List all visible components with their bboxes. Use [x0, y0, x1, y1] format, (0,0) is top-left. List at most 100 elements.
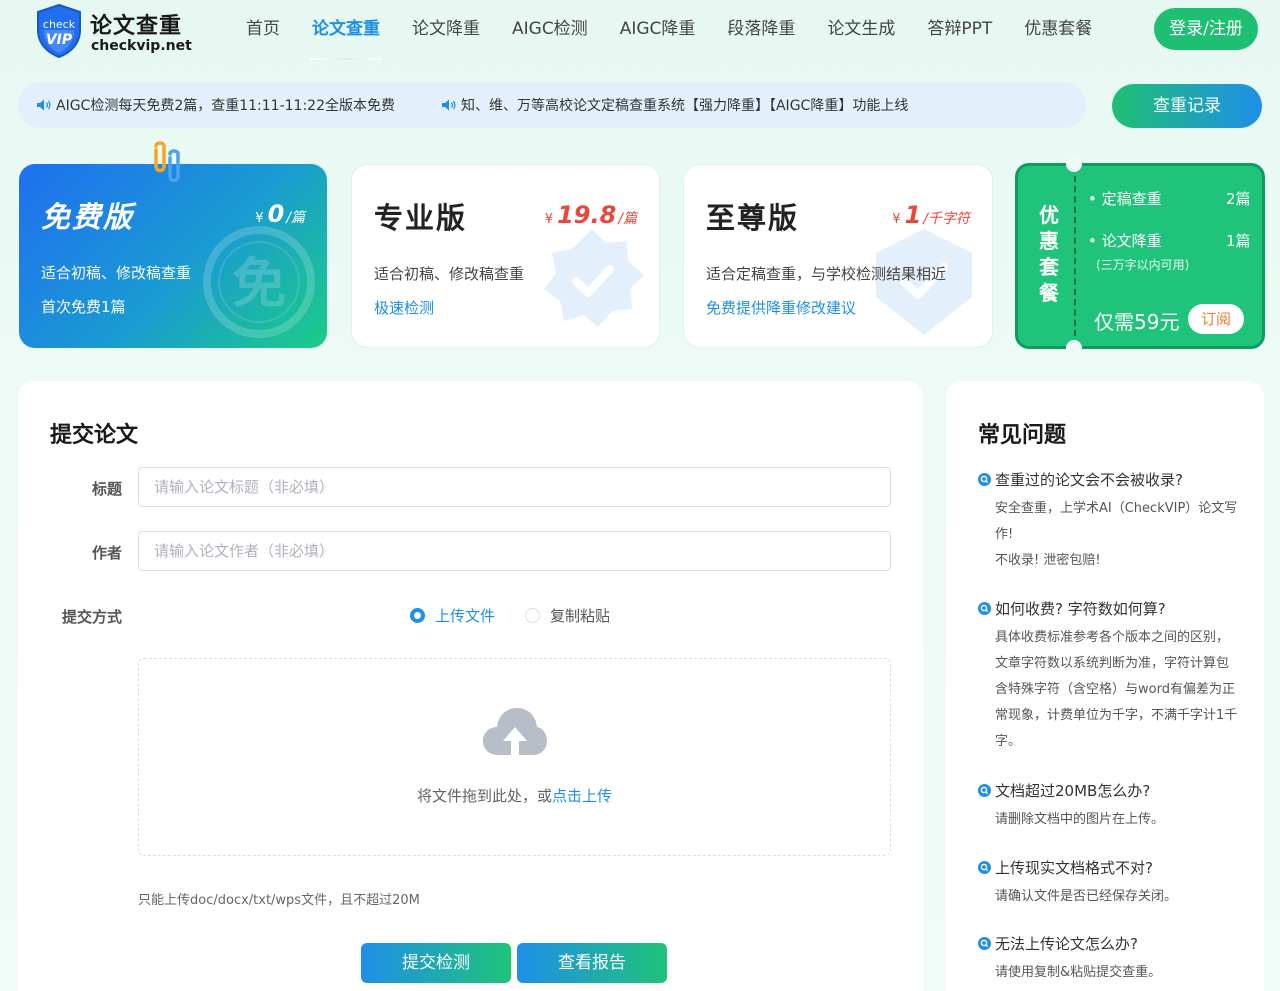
faq-question-text: 如何收费? 字符数如何算?	[995, 600, 1166, 618]
question-badge-icon	[978, 937, 991, 950]
main-nav: 首页 论文查重 论文降重 AIGC检测 AIGC降重 段落降重 论文生成 答辩P…	[230, 0, 1108, 64]
plan-name: 免费版	[41, 200, 135, 234]
logo-badge-bottom: VIP	[46, 32, 73, 48]
combo-row-label: 论文降重	[1101, 232, 1162, 250]
paperclip-icon	[154, 141, 180, 183]
subscribe-button[interactable]: 订阅	[1188, 304, 1244, 334]
faq-answer: 请删除文档中的图片在上传。	[995, 807, 1240, 833]
combo-title-char: 优	[1039, 203, 1059, 227]
radio-label: 上传文件	[435, 607, 496, 625]
combo-row-rewrite: • 论文降重 1篇	[1088, 232, 1251, 250]
click-upload-link[interactable]: 点击上传	[552, 787, 612, 805]
nav-item-paper-rewrite[interactable]: 论文降重	[396, 0, 496, 58]
speaker-icon	[36, 98, 52, 112]
combo-title-char: 套	[1039, 255, 1059, 279]
faq-question[interactable]: 查重过的论文会不会被收录?	[978, 469, 1240, 490]
combo-row-final-check: • 定稿查重 2篇	[1088, 190, 1251, 208]
faq-question[interactable]: 文档超过20MB怎么办?	[978, 780, 1240, 801]
faq-answer-line: 具体收费标准参考各个版本之间的区别，文章字符数以系统判断为准，字符计算包含特殊字…	[995, 630, 1238, 749]
faq-title: 常见问题	[978, 423, 1067, 448]
file-dropzone[interactable]: 将文件拖到此处，或点击上传	[138, 658, 891, 856]
plan-sub-fast-detect[interactable]: 极速检测	[374, 297, 434, 318]
nav-item-aigc-detect[interactable]: AIGC检测	[496, 0, 604, 58]
vip-shield-icon: check VIP	[37, 4, 81, 58]
question-badge-icon	[978, 784, 991, 797]
combo-row-qty: 1篇	[1226, 232, 1251, 250]
plan-price: ¥1/千字符	[892, 201, 970, 229]
faq-item: 查重过的论文会不会被收录? 安全查重，上学术AI（CheckVIP）论文写作! …	[978, 469, 1240, 574]
price-unit: /千字符	[923, 211, 970, 227]
submit-method-radio-group: 上传文件 复制粘贴	[410, 605, 640, 626]
faq-answer-line: 不收录! 泄密包赔!	[995, 553, 1101, 568]
plan-desc: 适合定稿查重，与学校检测结果相近	[706, 265, 947, 283]
nav-item-home[interactable]: 首页	[230, 0, 296, 58]
faq-answer-line: 请使用复制&粘贴提交查重。	[995, 965, 1162, 980]
plan-card-free[interactable]: 免 免费版 ¥0/篇 适合初稿、修改稿查重 首次免费1篇	[19, 164, 327, 348]
submit-paper-panel: 提交论文 标题 作者 提交方式 上传文件 复制粘贴 将文件拖到此处，或点击上传 …	[18, 381, 923, 991]
nav-item-paper-generate[interactable]: 论文生成	[811, 0, 911, 58]
combo-package-card[interactable]: 优 惠 套 餐 • 定稿查重 2篇 • 论文降重 1篇 (三万字以内可用) 仅需…	[1015, 156, 1265, 356]
faq-item: 文档超过20MB怎么办? 请删除文档中的图片在上传。	[978, 780, 1240, 833]
author-label: 作者	[92, 544, 123, 562]
submit-method-label: 提交方式	[62, 608, 123, 626]
notice-text: 知、维、万等高校论文定稿查重系统【强力降重】【AIGC降重】功能上线	[460, 98, 909, 114]
cloud-upload-icon	[483, 708, 547, 755]
faq-question-text: 上传现实文档格式不对?	[995, 859, 1153, 877]
login-register-button[interactable]: 登录/注册	[1154, 8, 1258, 50]
check-records-button[interactable]: 查重记录	[1112, 84, 1262, 128]
combo-title-char: 餐	[1039, 281, 1059, 305]
notice-item[interactable]: 知、维、万等高校论文定稿查重系统【强力降重】【AIGC降重】功能上线	[441, 95, 908, 115]
price-unit: /篇	[618, 211, 637, 227]
faq-question[interactable]: 如何收费? 字符数如何算?	[978, 598, 1240, 619]
nav-item-paper-check[interactable]: 论文查重	[296, 0, 396, 60]
submit-check-button[interactable]: 提交检测	[361, 943, 511, 983]
view-report-button[interactable]: 查看报告	[517, 943, 667, 983]
nav-item-defense-ppt[interactable]: 答辩PPT	[911, 0, 1008, 58]
header: check VIP 论文查重 checkvip.net 首页 论文查重 论文降重…	[0, 0, 1280, 64]
free-seal-char: 免	[232, 252, 286, 315]
radio-upload-file[interactable]: 上传文件	[410, 605, 495, 626]
question-badge-icon	[978, 473, 991, 486]
price-currency: ¥	[892, 212, 901, 227]
notice-item[interactable]: AIGC检测每天免费2篇，查重11:11-11:22全版本免费	[36, 95, 395, 115]
logo-title: 论文查重	[90, 14, 183, 39]
plan-price: ¥0/篇	[255, 200, 305, 228]
faq-question-text: 查重过的论文会不会被收录?	[995, 471, 1183, 489]
author-input[interactable]	[138, 531, 891, 571]
speaker-icon	[441, 98, 457, 112]
plan-sub: 首次免费1篇	[41, 298, 126, 316]
plan-sub-rewrite-suggestion[interactable]: 免费提供降重修改建议	[706, 297, 856, 318]
title-label: 标题	[92, 480, 123, 498]
nav-item-discount-package[interactable]: 优惠套餐	[1008, 0, 1108, 58]
price-currency: ¥	[544, 212, 554, 227]
price-value: 0	[267, 200, 285, 228]
logo[interactable]: check VIP 论文查重 checkvip.net	[36, 4, 196, 60]
faq-answer: 安全查重，上学术AI（CheckVIP）论文写作! 不收录! 泄密包赔!	[995, 496, 1240, 574]
price-value: 1	[904, 201, 922, 229]
plan-price: ¥19.8/篇	[545, 201, 637, 229]
plan-name: 至尊版	[706, 201, 800, 235]
plan-card-pro[interactable]: 专业版 ¥19.8/篇 适合初稿、修改稿查重 极速检测	[351, 164, 660, 348]
combo-note: (三万字以内可用)	[1096, 258, 1190, 272]
radio-copy-paste[interactable]: 复制粘贴	[525, 605, 610, 626]
faq-answer-line: 请确认文件是否已经保存关闭。	[995, 889, 1178, 904]
nav-item-paragraph-rewrite[interactable]: 段落降重	[711, 0, 811, 58]
nav-item-aigc-rewrite[interactable]: AIGC降重	[604, 0, 712, 58]
radio-dot	[410, 608, 425, 623]
faq-answer-line: 请删除文档中的图片在上传。	[995, 812, 1165, 827]
plan-desc: 适合初稿、修改稿查重	[41, 264, 192, 282]
faq-question[interactable]: 上传现实文档格式不对?	[978, 857, 1240, 878]
faq-answer: 具体收费标准参考各个版本之间的区别，文章字符数以系统判断为准，字符计算包含特殊字…	[995, 625, 1240, 755]
notice-bar: AIGC检测每天免费2篇，查重11:11-11:22全版本免费 知、维、万等高校…	[18, 82, 1086, 128]
combo-price: 仅需59元	[1094, 310, 1180, 334]
radio-dot	[525, 608, 541, 623]
faq-item: 无法上传论文怎么办? 请使用复制&粘贴提交查重。	[978, 933, 1240, 986]
title-input[interactable]	[138, 467, 891, 507]
logo-domain: checkvip.net	[91, 38, 192, 54]
combo-row-qty: 2篇	[1226, 190, 1251, 208]
plan-card-ultimate[interactable]: 至尊版 ¥1/千字符 适合定稿查重，与学校检测结果相近 免费提供降重修改建议	[683, 164, 993, 348]
faq-item: 上传现实文档格式不对? 请确认文件是否已经保存关闭。	[978, 857, 1240, 910]
faq-question[interactable]: 无法上传论文怎么办?	[978, 933, 1240, 954]
faq-panel: 常见问题 查重过的论文会不会被收录? 安全查重，上学术AI（CheckVIP）论…	[946, 381, 1264, 991]
faq-answer: 请确认文件是否已经保存关闭。	[995, 884, 1240, 910]
